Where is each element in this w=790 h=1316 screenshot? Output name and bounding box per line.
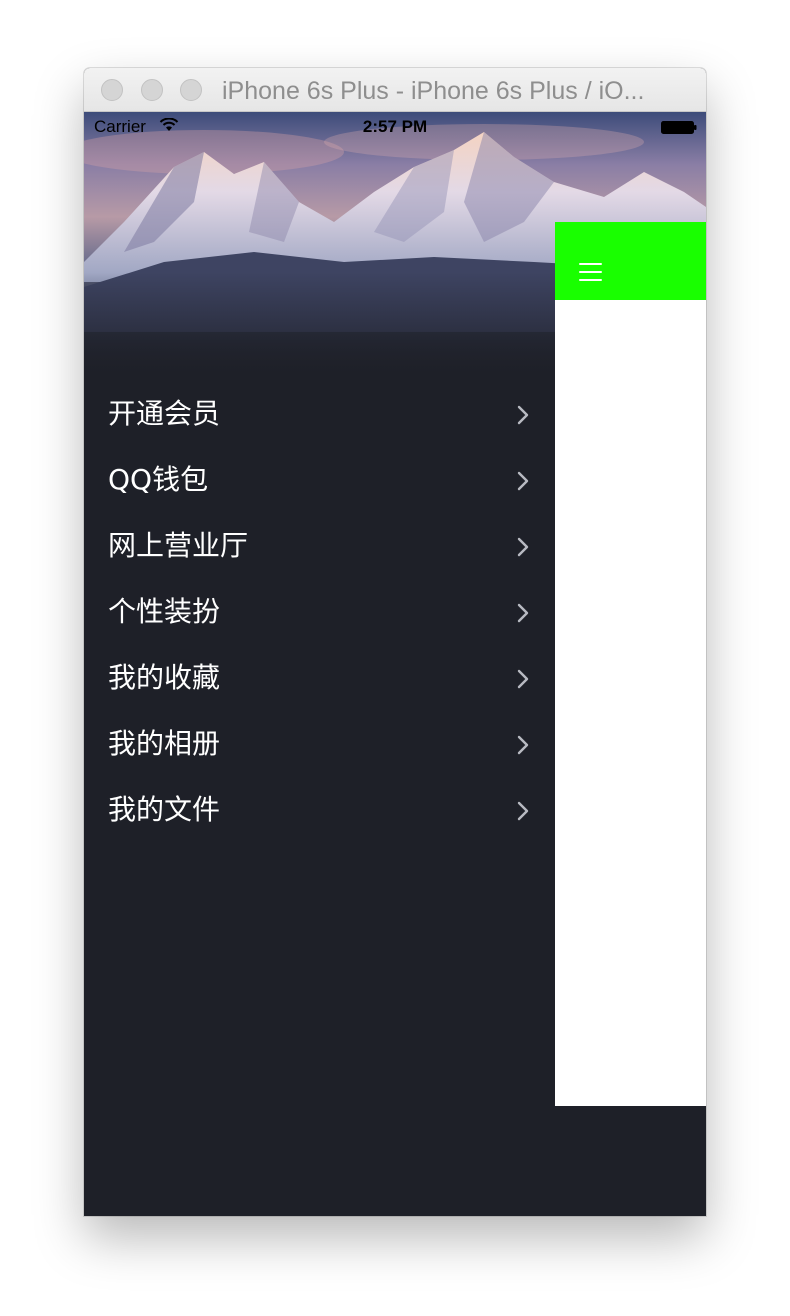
hamburger-menu-icon[interactable] [577, 260, 605, 284]
battery-full-icon [661, 121, 697, 134]
menu-item-personalize[interactable]: 个性装扮 [84, 580, 554, 646]
menu-item-qq-wallet[interactable]: QQ钱包 [84, 448, 554, 514]
menu-item-label: 我的文件 [108, 793, 221, 826]
window-title: iPhone 6s Plus - iPhone 6s Plus / iO... [222, 77, 645, 105]
menu-item-label: 开通会员 [108, 397, 221, 430]
menu-item-label: 个性装扮 [108, 595, 221, 628]
chevron-right-icon [517, 669, 529, 689]
minimize-window-button[interactable] [141, 79, 163, 101]
side-menu: 开通会员 QQ钱包 网上营业厅 个性装扮 我的收藏 我的相册 我的文件 [84, 382, 554, 844]
device-screen: Carrier 2:57 PM 开通会员 QQ钱包 网上营业厅 个性装扮 我的收… [84, 112, 706, 1216]
chevron-right-icon [517, 801, 529, 821]
chevron-right-icon [517, 735, 529, 755]
menu-item-label: 网上营业厅 [108, 529, 249, 562]
menu-item-albums[interactable]: 我的相册 [84, 712, 554, 778]
zoom-window-button[interactable] [180, 79, 202, 101]
menu-item-label: 我的收藏 [108, 661, 221, 694]
chevron-right-icon [517, 603, 529, 623]
chevron-right-icon [517, 537, 529, 557]
close-window-button[interactable] [101, 79, 123, 101]
menu-item-label: QQ钱包 [108, 463, 209, 496]
menu-item-label: 我的相册 [108, 727, 221, 760]
status-time: 2:57 PM [362, 117, 428, 136]
chevron-right-icon [517, 405, 529, 425]
status-bar: Carrier 2:57 PM [84, 112, 706, 142]
main-content-panel[interactable] [555, 222, 706, 1106]
content-nav-bar [555, 222, 706, 300]
window-titlebar: iPhone 6s Plus - iPhone 6s Plus / iO... [84, 68, 706, 112]
simulator-window: iPhone 6s Plus - iPhone 6s Plus / iO... [84, 68, 706, 1216]
menu-item-favorites[interactable]: 我的收藏 [84, 646, 554, 712]
menu-item-files[interactable]: 我的文件 [84, 778, 554, 844]
chevron-right-icon [517, 471, 529, 491]
menu-item-vip[interactable]: 开通会员 [84, 382, 554, 448]
menu-item-online-hall[interactable]: 网上营业厅 [84, 514, 554, 580]
